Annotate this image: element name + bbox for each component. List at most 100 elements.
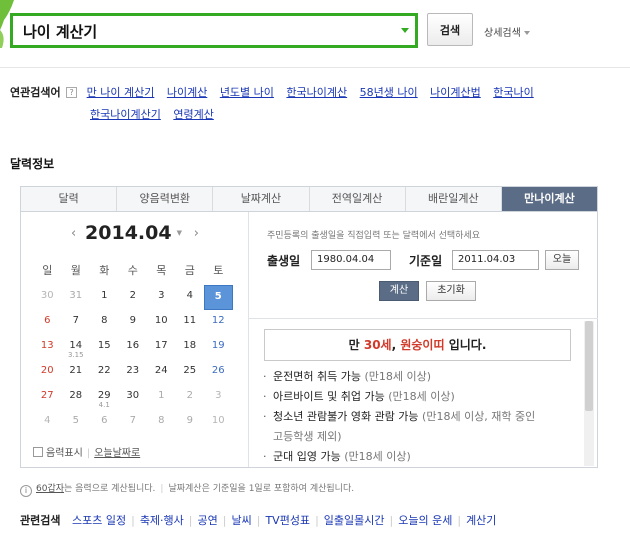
search-box[interactable]: [10, 13, 418, 48]
related-link[interactable]: 나이계산: [167, 86, 207, 99]
related-link[interactable]: 만 나이 계산기: [87, 86, 155, 99]
calendar-day[interactable]: 13: [33, 335, 62, 360]
calendar-day[interactable]: 8: [147, 410, 176, 435]
calendar-day[interactable]: 11: [176, 310, 205, 335]
benefit-item: 군대 입영 가능 (만18세 이상): [263, 447, 571, 467]
advanced-search-link[interactable]: 상세검색: [484, 24, 530, 39]
calendar-day[interactable]: 10: [147, 310, 176, 335]
divider: |: [315, 514, 319, 527]
calendar-tabs: 달력 양음력변환 날짜계산 전역일계산 배란일계산 만나이계산: [20, 186, 598, 212]
related-service-link[interactable]: 스포츠 일정: [72, 514, 126, 527]
lunar-label[interactable]: 음력표시: [46, 448, 83, 459]
calendar-day[interactable]: 1: [90, 285, 119, 310]
calendar-day[interactable]: 16: [119, 335, 148, 360]
calendar-day[interactable]: 14 3.15: [62, 335, 91, 360]
related-service-link[interactable]: 오늘의 운세: [398, 514, 452, 527]
current-month: 2014.04: [85, 222, 172, 244]
calendar-day[interactable]: 22: [90, 360, 119, 385]
calendar-day[interactable]: 4: [176, 285, 205, 310]
search-input[interactable]: [23, 19, 383, 43]
related-link[interactable]: 연령계산: [173, 108, 213, 121]
calendar-day[interactable]: 30: [119, 385, 148, 410]
calendar-day[interactable]: 2: [176, 385, 205, 410]
calendar-day[interactable]: 3: [204, 385, 233, 410]
base-date-input[interactable]: 2011.04.03: [452, 250, 539, 270]
tab-calendar[interactable]: 달력: [21, 187, 118, 211]
tab-lunar-convert[interactable]: 양음력변환: [117, 187, 214, 211]
calendar-day[interactable]: 3: [147, 285, 176, 310]
calendar-day[interactable]: 17: [147, 335, 176, 360]
calendar-footer: 음력표시 | 오늘날짜로: [33, 444, 243, 459]
search-dropdown-icon[interactable]: [401, 28, 409, 33]
related-link[interactable]: 나이계산법: [430, 86, 481, 99]
calendar-day[interactable]: 21: [62, 360, 91, 385]
prev-month-icon[interactable]: ‹: [71, 226, 76, 241]
calendar-day[interactable]: 31: [62, 285, 91, 310]
related-title: 연관검색어: [10, 86, 61, 99]
tab-ovulation-calc[interactable]: 배란일계산: [406, 187, 502, 211]
benefit-text: 청소년 관람불가 영화 관람 가능: [273, 410, 419, 423]
related-link[interactable]: 58년생 나이: [360, 86, 418, 99]
calendar-day[interactable]: 5: [204, 285, 233, 310]
calendar-day[interactable]: 7: [119, 410, 148, 435]
calendar-day[interactable]: 6: [90, 410, 119, 435]
month-dropdown-icon[interactable]: ▼: [177, 229, 182, 237]
calendar-day[interactable]: 23: [119, 360, 148, 385]
lunar-checkbox[interactable]: [33, 447, 43, 457]
related-link[interactable]: 한국나이계산: [286, 86, 347, 99]
calendar-day[interactable]: 7: [62, 310, 91, 335]
calendar-day[interactable]: 30: [33, 285, 62, 310]
related-service-link[interactable]: 일출일몰시간: [324, 514, 385, 527]
reset-button[interactable]: 초기화: [426, 281, 476, 301]
related-service-link[interactable]: 날씨: [231, 514, 251, 527]
today-button[interactable]: 오늘: [545, 250, 579, 270]
calendar-day[interactable]: 20: [33, 360, 62, 385]
calendar-day[interactable]: 5: [62, 410, 91, 435]
calendar-day[interactable]: 4: [33, 410, 62, 435]
calculate-button[interactable]: 계산: [379, 281, 419, 301]
calendar-day[interactable]: 12: [204, 310, 233, 335]
weekday-label: 월: [70, 264, 81, 277]
calendar-day[interactable]: 24: [147, 360, 176, 385]
calendar-day[interactable]: 2: [119, 285, 148, 310]
birth-date-input[interactable]: 1980.04.04: [311, 250, 391, 270]
related-link[interactable]: 한국나이: [493, 86, 533, 99]
calendar-day[interactable]: 8: [90, 310, 119, 335]
calendar-day[interactable]: 6: [33, 310, 62, 335]
calendar-day[interactable]: 28: [62, 385, 91, 410]
calendar-day[interactable]: 1: [147, 385, 176, 410]
calendar-day[interactable]: 18: [176, 335, 205, 360]
notice-text: 는 음력으로 계산됩니다.: [64, 484, 156, 494]
calendar-week-row: 4 5 6 7 8 9 10: [33, 410, 233, 435]
base-date-label: 기준일: [409, 254, 443, 268]
calendar-day[interactable]: 10: [204, 410, 233, 435]
tab-age-calc[interactable]: 만나이계산: [501, 187, 598, 211]
divider: |: [389, 514, 394, 527]
related-service-link[interactable]: 계산기: [466, 514, 496, 527]
calendar-day[interactable]: 9: [119, 310, 148, 335]
birth-date-label: 출생일: [267, 254, 301, 268]
today-link[interactable]: 오늘날짜로: [94, 448, 140, 459]
related-link[interactable]: 한국나이계산기: [90, 108, 161, 121]
result-scrollbar[interactable]: [584, 321, 594, 466]
calendar-day[interactable]: 26: [204, 360, 233, 385]
benefit-text: 운전면허 취득 가능: [273, 370, 361, 383]
help-icon[interactable]: ?: [66, 87, 78, 98]
calendar-day[interactable]: 15: [90, 335, 119, 360]
calendar-day[interactable]: 9: [176, 410, 205, 435]
benefit-note: (만18세 이상): [340, 450, 411, 463]
scrollbar-thumb[interactable]: [585, 321, 593, 411]
calendar-day[interactable]: 25: [176, 360, 205, 385]
related-service-link[interactable]: 축제·행사: [140, 514, 184, 527]
calendar-day[interactable]: 27: [33, 385, 62, 410]
search-button[interactable]: 검색: [427, 13, 473, 46]
tab-discharge-calc[interactable]: 전역일계산: [310, 187, 406, 211]
calendar-day[interactable]: 19: [204, 335, 233, 360]
related-service-link[interactable]: 공연: [198, 514, 218, 527]
related-service-link[interactable]: TV편성표: [265, 514, 310, 527]
sexagenary-link[interactable]: 60갑자: [36, 484, 64, 494]
tab-date-calc[interactable]: 날짜계산: [213, 187, 310, 211]
next-month-icon[interactable]: ›: [194, 226, 199, 241]
related-link[interactable]: 년도별 나이: [220, 86, 274, 99]
calendar-day[interactable]: 29 4.1: [90, 385, 119, 410]
